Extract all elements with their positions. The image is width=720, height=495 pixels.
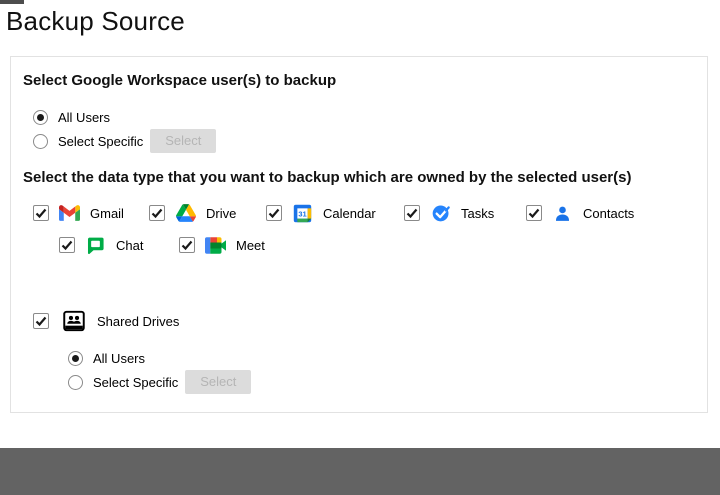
shared-all-users-option[interactable]: All Users: [23, 346, 695, 370]
chat-icon: [85, 235, 106, 256]
chat-label: Chat: [116, 237, 144, 253]
contacts-label: Contacts: [583, 205, 635, 221]
data-type-row-1: Gmail Drive 31 Calendar Tasks Contacts: [23, 200, 695, 226]
page-title: Backup Source: [6, 6, 185, 36]
calendar-label: Calendar: [323, 205, 376, 221]
shared-select-specific-radio[interactable]: [68, 374, 83, 390]
select-specific-option[interactable]: Select Specific Select: [23, 129, 695, 153]
contacts-checkbox[interactable]: [526, 205, 542, 221]
tasks-label: Tasks: [461, 205, 495, 221]
shared-select-specific-option[interactable]: Select Specific Select: [23, 370, 695, 394]
all-users-option[interactable]: All Users: [23, 105, 695, 129]
select-specific-label: Select Specific: [58, 133, 144, 149]
footer-bar: [0, 448, 720, 495]
shared-all-users-label: All Users: [93, 350, 146, 366]
contacts-icon: [552, 203, 573, 224]
chat-checkbox[interactable]: [59, 237, 75, 253]
meet-label: Meet: [236, 237, 265, 253]
drive-checkbox[interactable]: [149, 205, 165, 221]
gmail-checkbox[interactable]: [33, 205, 49, 221]
shared-drives-checkbox[interactable]: [33, 313, 49, 329]
shared-drives-option[interactable]: Shared Drives: [23, 306, 695, 336]
tasks-icon: [430, 203, 451, 224]
shared-select-specific-label: Select Specific: [93, 374, 179, 390]
shared-drives-icon: [61, 308, 87, 334]
select-users-button[interactable]: Select: [150, 129, 217, 153]
backup-source-panel: Select Google Workspace user(s) to backu…: [10, 56, 708, 413]
data-type-drive[interactable]: Drive: [149, 203, 266, 224]
window-artifact: [0, 0, 24, 4]
all-users-radio[interactable]: [33, 109, 48, 125]
meet-icon: [205, 235, 226, 256]
tasks-checkbox[interactable]: [404, 205, 420, 221]
meet-checkbox[interactable]: [179, 237, 195, 253]
data-type-gmail[interactable]: Gmail: [33, 203, 149, 224]
drive-icon: [175, 203, 196, 224]
data-type-meet[interactable]: Meet: [179, 235, 265, 256]
data-type-tasks[interactable]: Tasks: [404, 203, 526, 224]
shared-select-button[interactable]: Select: [185, 370, 252, 394]
gmail-label: Gmail: [90, 205, 124, 221]
data-type-heading: Select the data type that you want to ba…: [23, 169, 632, 186]
all-users-label: All Users: [58, 109, 111, 125]
shared-drives-label: Shared Drives: [97, 313, 180, 329]
gmail-icon: [59, 203, 80, 224]
shared-all-users-radio[interactable]: [68, 350, 83, 366]
data-type-contacts[interactable]: Contacts: [526, 203, 634, 224]
data-type-chat[interactable]: Chat: [59, 235, 179, 256]
user-selection-heading: Select Google Workspace user(s) to backu…: [23, 72, 337, 89]
calendar-icon: 31: [292, 203, 313, 224]
data-type-row-2: Chat Meet: [23, 232, 695, 258]
drive-label: Drive: [206, 205, 237, 221]
svg-text:31: 31: [298, 209, 306, 218]
data-type-calendar[interactable]: 31 Calendar: [266, 203, 404, 224]
select-specific-radio[interactable]: [33, 133, 48, 149]
calendar-checkbox[interactable]: [266, 205, 282, 221]
